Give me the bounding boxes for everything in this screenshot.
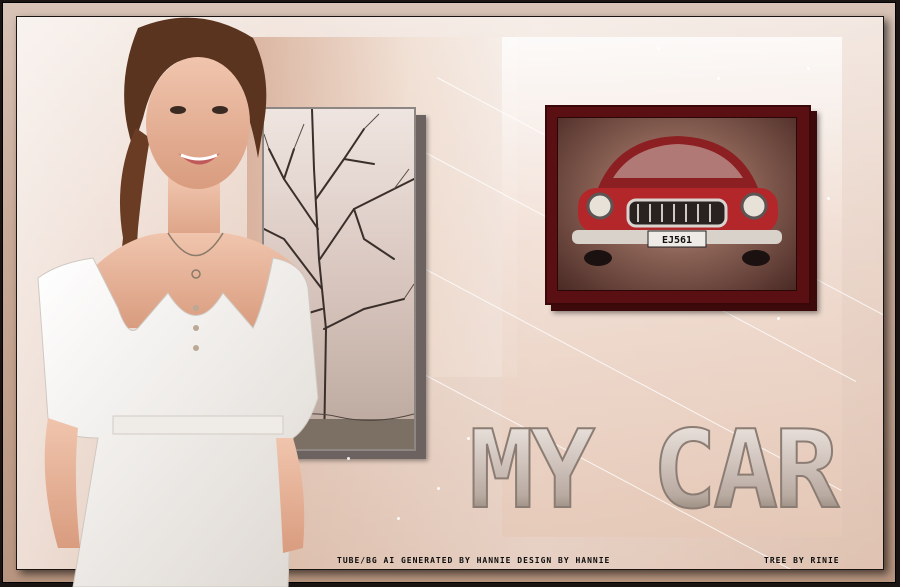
credit-right-text: TREE BY RINIE [764, 556, 840, 565]
title-text: MY CAR [469, 408, 840, 527]
sparkle [717, 77, 720, 80]
title-art: MY CAR [468, 407, 849, 534]
credit-left-text: TUBE/BG AI GENERATED BY HANNIE DESIGN BY… [337, 556, 611, 565]
sparkle [657, 47, 660, 50]
vintage-car-illustration: EJ561 [572, 136, 782, 266]
sparkle [437, 487, 440, 490]
sparkle [467, 437, 470, 440]
car-picture-frame: EJ561 [545, 105, 811, 305]
woman-figure [37, 17, 319, 587]
sparkle [827, 197, 830, 200]
sparkle [807, 67, 810, 70]
sparkle [777, 317, 780, 320]
car-picture: EJ561 [557, 117, 797, 291]
license-plate-text: EJ561 [662, 235, 692, 246]
sparkle [347, 457, 350, 460]
sparkle [397, 517, 400, 520]
